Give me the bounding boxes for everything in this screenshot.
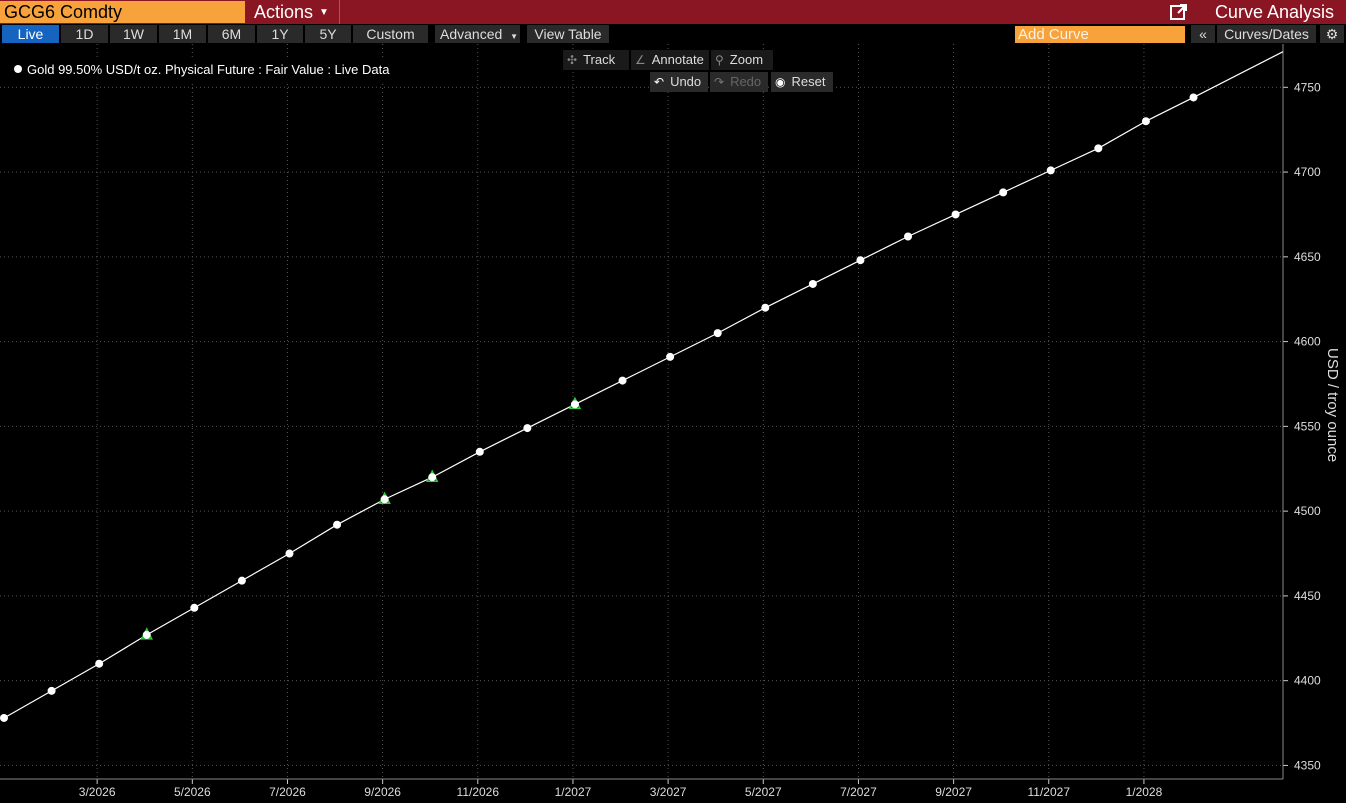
magnifier-icon: ⚲ (715, 53, 724, 67)
redo-icon: ↷ (714, 75, 725, 89)
range-button-custom[interactable]: Custom (353, 25, 428, 43)
annotate-label: Annotate (651, 52, 704, 67)
data-point (333, 520, 342, 529)
zoom-button[interactable]: ⚲ Zoom (711, 50, 773, 70)
zoom-label: Zoom (729, 52, 764, 67)
range-toolbar: Live 1D 1W 1M 6M 1Y 5Y Custom Advanced ▼… (0, 24, 1346, 44)
actions-label: Actions (254, 2, 314, 22)
track-label: Track (583, 52, 616, 67)
pencil-icon: ∠ (635, 53, 646, 67)
range-button-1d[interactable]: 1D (61, 25, 108, 43)
data-point (142, 630, 151, 639)
x-tick-label: 11/2026 (457, 785, 500, 799)
undo-icon: ↶ (654, 75, 665, 89)
legend-series-label: Gold 99.50% USD/t oz. Physical Future : … (27, 62, 390, 77)
range-button-1w[interactable]: 1W (110, 25, 157, 43)
range-button-6m[interactable]: 6M (208, 25, 255, 43)
x-tick-label: 3/2026 (79, 785, 116, 799)
data-point (1046, 166, 1055, 175)
x-tick-label: 1/2028 (1126, 785, 1163, 799)
gear-icon[interactable]: ⚙ (1320, 25, 1344, 43)
reset-icon: ◉ (775, 75, 786, 89)
data-point (523, 424, 532, 433)
curve-chart[interactable]: 4350 4400 4450 4500 4550 4600 4650 4700 4750 3/20… (0, 44, 1346, 803)
x-tick-label: 9/2026 (364, 785, 401, 799)
data-point (475, 447, 484, 456)
range-button-live[interactable]: Live (2, 25, 59, 43)
annotate-button[interactable]: ∠ Annotate (631, 50, 709, 70)
y-tick-label: 4500 (1294, 504, 1321, 518)
data-point (428, 473, 437, 482)
y-tick-label: 4750 (1294, 80, 1321, 94)
curves-dates-button[interactable]: Curves/Dates (1217, 25, 1316, 43)
y-tick-label: 4700 (1294, 165, 1321, 179)
crosshair-icon: ✣ (567, 53, 578, 67)
app-title: Curve Analysis (1214, 2, 1334, 22)
data-point (713, 329, 722, 338)
data-point (856, 256, 865, 265)
data-point (190, 603, 199, 612)
launch-icon[interactable] (1170, 3, 1188, 21)
data-point (0, 713, 8, 722)
data-point (47, 686, 56, 695)
data-point (999, 188, 1008, 197)
data-point (761, 303, 770, 312)
data-point (904, 232, 913, 241)
range-button-5y[interactable]: 5Y (305, 25, 351, 43)
title-bar: GCG6 Comdty Actions ▼ Curve Analysis (0, 0, 1346, 24)
add-curve-input[interactable] (1015, 26, 1185, 43)
data-point (1094, 144, 1103, 153)
y-tick-label: 4350 (1294, 758, 1321, 772)
data-point (95, 659, 104, 668)
redo-button[interactable]: ↷ Redo (710, 72, 768, 92)
data-point (570, 400, 579, 409)
data-point (951, 210, 960, 219)
caret-down-icon: ▼ (319, 7, 329, 19)
undo-button[interactable]: ↶ Undo (650, 72, 708, 92)
x-tick-label: 11/2027 (1028, 785, 1071, 799)
legend-dot-icon (14, 65, 22, 73)
caret-down-icon: ▼ (510, 32, 519, 41)
data-point (380, 495, 389, 504)
y-axis-title: USD / troy ounce (1324, 348, 1341, 463)
range-button-1y[interactable]: 1Y (257, 25, 303, 43)
y-tick-label: 4400 (1294, 674, 1321, 688)
reset-button[interactable]: ◉ Reset (771, 72, 833, 92)
track-button[interactable]: ✣ Track (563, 50, 629, 70)
view-table-button[interactable]: View Table (527, 25, 609, 43)
y-tick-label: 4550 (1294, 419, 1321, 433)
x-tick-label: 3/2027 (650, 785, 687, 799)
undo-label: Undo (670, 74, 702, 89)
data-point (237, 576, 246, 585)
x-tick-label: 7/2027 (840, 785, 877, 799)
reset-label: Reset (791, 74, 826, 89)
advanced-label: Advanced (440, 26, 503, 42)
data-point (808, 279, 817, 288)
data-point (1141, 117, 1150, 126)
collapse-icon[interactable]: « (1191, 25, 1215, 43)
data-point (666, 352, 675, 361)
x-tick-label: 5/2027 (745, 785, 782, 799)
data-point (618, 376, 627, 385)
y-tick-label: 4650 (1294, 250, 1321, 264)
series-line (3, 51, 1284, 719)
actions-menu[interactable]: Actions ▼ (248, 0, 340, 24)
x-tick-label: 7/2026 (269, 785, 306, 799)
data-point (285, 549, 294, 558)
ticker-field[interactable]: GCG6 Comdty (0, 1, 245, 23)
advanced-menu[interactable]: Advanced ▼ (435, 25, 520, 43)
y-tick-label: 4600 (1294, 335, 1321, 349)
x-tick-label: 1/2027 (555, 785, 592, 799)
y-tick-label: 4450 (1294, 589, 1321, 603)
data-point (1189, 93, 1198, 102)
range-button-1m[interactable]: 1M (159, 25, 206, 43)
chart-legend: Gold 99.50% USD/t oz. Physical Future : … (6, 57, 416, 83)
x-tick-label: 5/2026 (174, 785, 211, 799)
x-tick-label: 9/2027 (935, 785, 972, 799)
redo-label: Redo (730, 74, 762, 89)
